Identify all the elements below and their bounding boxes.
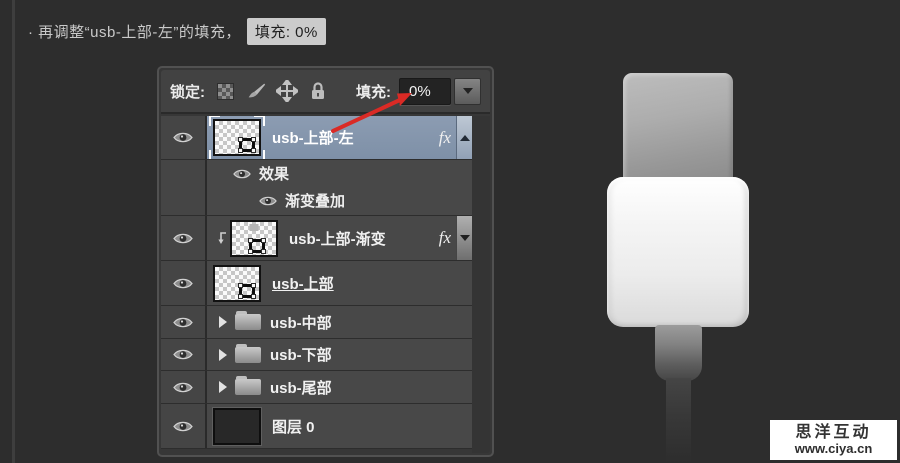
watermark-url: www.ciya.cn	[794, 440, 873, 456]
visibility-toggle[interactable]	[161, 371, 207, 403]
disclosure-triangle-icon[interactable]	[219, 381, 227, 393]
visibility-toggle[interactable]	[161, 216, 207, 260]
layer-row-usb-top[interactable]: usb-上部	[161, 261, 472, 306]
group-name: usb-下部	[270, 347, 332, 364]
layer-row-usb-top-gradient[interactable]: usb-上部-渐变 fx	[161, 216, 472, 261]
layer-name: usb-上部-左	[272, 130, 354, 147]
fill-value: 0%	[409, 82, 431, 100]
watermark-title: 思洋互动	[795, 423, 872, 441]
folder-icon	[235, 343, 261, 363]
usb-plug-body	[607, 177, 749, 327]
eye-icon	[173, 421, 193, 431]
eye-icon	[259, 196, 277, 205]
layer-thumbnail[interactable]	[211, 262, 263, 304]
group-row-usb-middle[interactable]: usb-中部	[161, 306, 472, 339]
transparency-checker-thumb	[230, 219, 278, 257]
layer-row-background[interactable]: 图层 0	[161, 404, 472, 449]
disclosure-triangle-icon[interactable]	[219, 316, 227, 328]
solid-dark-thumb	[212, 406, 262, 446]
collapse-effects-button[interactable]	[456, 116, 472, 159]
visibility-toggle[interactable]	[161, 261, 207, 305]
effects-block: 效果 渐变叠加	[161, 160, 472, 216]
eye-icon	[173, 317, 193, 327]
clipping-mask-icon	[218, 232, 226, 244]
folder-icon	[235, 376, 261, 395]
group-name: usb-中部	[270, 314, 332, 332]
watermark: 思洋互动 www.ciya.cn	[770, 420, 897, 460]
group-name: usb-尾部	[270, 379, 332, 397]
layer-name: usb-上部-渐变	[289, 230, 386, 248]
expand-effects-button[interactable]	[456, 216, 472, 260]
effect-item-gradient-overlay[interactable]: 渐变叠加	[207, 187, 472, 214]
instruction-line: · 再调整“usb-上部-左”的填充， 填充: 0%	[28, 18, 326, 45]
usb-strain-relief	[655, 325, 702, 381]
lock-pixels-button[interactable]	[245, 80, 267, 102]
instruction-text: · 再调整“usb-上部-左”的填充，	[28, 24, 241, 41]
effects-title: 效果	[259, 166, 290, 183]
visibility-toggle[interactable]	[161, 339, 207, 370]
layer-thumbnail[interactable]	[228, 217, 280, 259]
vertical-guide-line	[12, 0, 15, 463]
eye-icon	[173, 349, 193, 360]
lock-label: 锁定:	[170, 83, 205, 101]
layers-panel: 锁定: 填充: 0% usb-上部-左 fx 效果 渐变叠加 usb-上部-渐变…	[157, 66, 494, 457]
pixel-content	[249, 223, 259, 231]
transparency-checker-thumb	[213, 264, 261, 302]
fill-highlight-badge: 填充: 0%	[246, 18, 326, 45]
eye-icon	[173, 382, 193, 392]
fill-label: 填充:	[356, 83, 391, 101]
vector-path-outline	[238, 282, 256, 299]
usb-metal-connector	[623, 73, 733, 183]
transparency-checker-thumb	[213, 119, 261, 156]
panel-scroll-gutter[interactable]	[472, 116, 490, 453]
layers-list: usb-上部-左 fx 效果 渐变叠加 usb-上部-渐变 fx usb-上部 …	[161, 116, 472, 449]
vector-path-outline	[238, 137, 256, 153]
vector-path-outline	[248, 237, 266, 254]
canvas-background: · 再调整“usb-上部-左”的填充， 填充: 0% 锁定: 填充: 0% us…	[0, 0, 900, 463]
folder-icon	[235, 311, 261, 330]
eye-icon	[173, 132, 193, 143]
checkerboard-icon	[216, 82, 234, 100]
eye-icon	[173, 233, 193, 243]
move-icon	[276, 80, 298, 102]
chevron-down-icon	[459, 235, 470, 241]
fx-badge: fx	[438, 127, 451, 147]
effect-item-label: 渐变叠加	[285, 193, 346, 210]
usb-cable	[666, 378, 691, 463]
effects-gutter	[161, 160, 207, 215]
group-row-usb-tail[interactable]: usb-尾部	[161, 371, 472, 404]
fx-badge: fx	[438, 228, 451, 247]
lock-position-button[interactable]	[276, 80, 298, 102]
visibility-toggle[interactable]	[161, 116, 207, 159]
lock-all-button[interactable]	[307, 80, 329, 102]
layer-name: 图层 0	[272, 418, 315, 436]
lock-transparency-button[interactable]	[214, 80, 236, 102]
group-row-usb-bottom[interactable]: usb-下部	[161, 339, 472, 371]
brush-icon	[248, 83, 266, 98]
chevron-down-icon	[462, 88, 473, 94]
effects-row[interactable]: 效果	[207, 160, 472, 187]
layer-row-usb-top-left[interactable]: usb-上部-左 fx	[161, 116, 472, 160]
layer-thumbnail[interactable]	[211, 405, 263, 447]
visibility-toggle[interactable]	[161, 404, 207, 448]
fill-value-field[interactable]: 0%	[399, 77, 451, 105]
chevron-up-icon	[459, 134, 470, 141]
fill-dropdown-button[interactable]	[454, 77, 481, 105]
layer-thumbnail[interactable]	[209, 116, 265, 159]
visibility-toggle[interactable]	[161, 306, 207, 338]
disclosure-triangle-icon[interactable]	[219, 348, 227, 361]
eye-icon	[233, 169, 251, 178]
layer-name: usb-上部	[272, 275, 334, 293]
layers-panel-header: 锁定: 填充: 0%	[161, 70, 490, 114]
padlock-icon	[312, 82, 324, 99]
eye-icon	[173, 278, 193, 288]
